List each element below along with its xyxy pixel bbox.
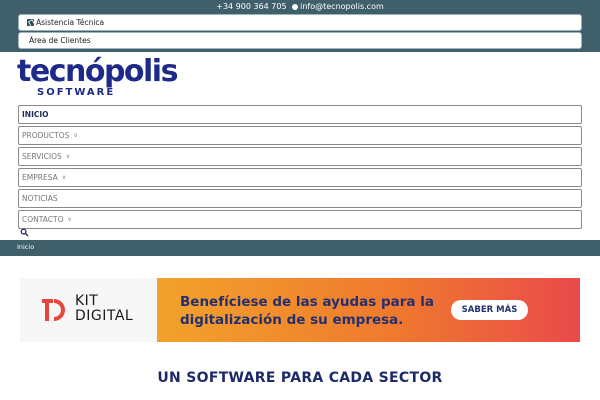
- email-link[interactable]: info@tecnopolis.com: [300, 2, 384, 11]
- clients-area-label: Área de Clientes: [29, 36, 91, 45]
- nav-label: INICIO: [22, 110, 49, 119]
- logo-wordmark: tecnópolis: [17, 54, 178, 89]
- nav-item-empresa[interactable]: EMPRESA ∨: [18, 168, 582, 187]
- nav-item-inicio[interactable]: INICIO: [18, 105, 582, 124]
- nav-item-servicios[interactable]: SERVICIOS ∨: [18, 147, 582, 166]
- saber-mas-button[interactable]: SABER MÁS: [451, 300, 528, 320]
- phone-icon: [27, 19, 34, 26]
- nav-item-noticias[interactable]: NOTICIAS: [18, 189, 582, 208]
- breadcrumb-bar: Inicio: [0, 240, 600, 256]
- clients-area-button[interactable]: Área de Clientes: [18, 32, 582, 49]
- nav-label: NOTICIAS: [22, 194, 58, 203]
- search-icon[interactable]: [20, 228, 29, 237]
- support-button[interactable]: Asistencia Técnica: [18, 14, 582, 31]
- kit-digital-mark-icon: [42, 299, 65, 321]
- nav-label: SERVICIOS: [22, 152, 62, 161]
- site-logo[interactable]: tecnópolis SOFTWARE: [17, 54, 178, 102]
- chevron-down-icon: ∨: [65, 153, 71, 160]
- chevron-down-icon: ∨: [67, 216, 72, 223]
- phone-number[interactable]: +34 900 364 705: [216, 2, 286, 11]
- banner-headline: Benefíciese de las ayudas para la digita…: [180, 293, 440, 329]
- nav-label: CONTACTO: [22, 215, 64, 224]
- contact-line: +34 900 364 705 info@tecnopolis.com: [0, 2, 600, 11]
- kit-digital-text: KIT DIGITAL: [75, 294, 133, 324]
- section-title: UN SOFTWARE PARA CADA SECTOR: [157, 370, 443, 386]
- support-label: Asistencia Técnica: [36, 18, 105, 27]
- kit-digital-banner[interactable]: Benefíciese de las ayudas para la digita…: [157, 278, 580, 342]
- nav-item-productos[interactable]: PRODUCTOS ∨: [18, 126, 582, 145]
- nav-label: EMPRESA: [22, 173, 58, 182]
- nav-item-contacto[interactable]: CONTACTO ∨: [18, 210, 582, 229]
- chevron-down-icon: ∨: [61, 174, 67, 181]
- logo-subtitle: SOFTWARE: [37, 87, 116, 98]
- kit-digital-line2: DIGITAL: [75, 308, 134, 324]
- top-bar: +34 900 364 705 info@tecnopolis.com Asis…: [0, 0, 600, 52]
- banner-headline-line2: digitalización de su empresa.: [180, 312, 404, 328]
- main-nav: INICIO PRODUCTOS ∨ SERVICIOS ∨ EMPRESA ∨ NO…: [18, 105, 582, 231]
- kit-digital-line1: KIT: [75, 293, 99, 309]
- banner-headline-line1: Benefíciese de las ayudas para la: [180, 294, 434, 310]
- breadcrumb[interactable]: Inicio: [17, 243, 34, 251]
- kit-digital-logo-panel[interactable]: KIT DIGITAL: [20, 278, 157, 342]
- nav-label: PRODUCTOS: [22, 131, 70, 140]
- chevron-down-icon: ∨: [73, 132, 78, 139]
- mail-icon: [292, 3, 299, 10]
